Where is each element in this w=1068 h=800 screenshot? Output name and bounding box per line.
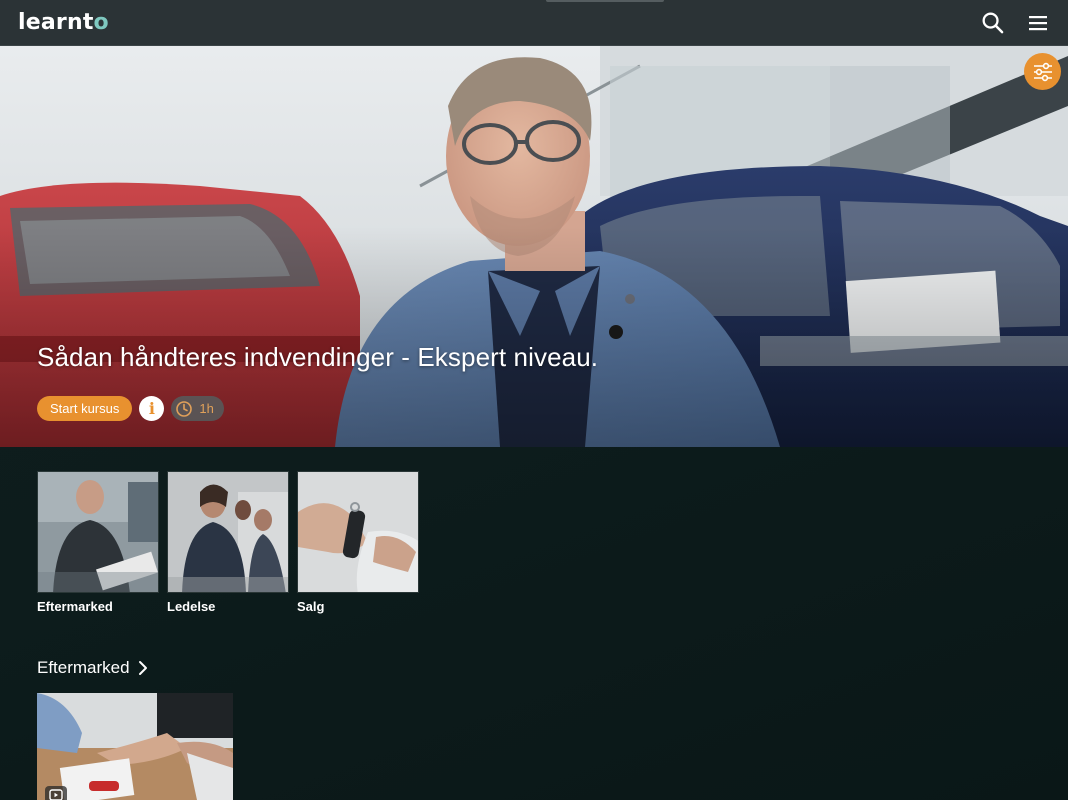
sliders-icon xyxy=(1033,62,1052,81)
hero-gradient-overlay xyxy=(0,46,1068,447)
logo-accent-text: o xyxy=(93,10,109,35)
clock-icon xyxy=(176,400,193,417)
section-heading-eftermarked[interactable]: Eftermarked xyxy=(37,658,148,678)
header-actions xyxy=(980,11,1050,35)
chevron-right-icon xyxy=(138,661,147,675)
learnto-logo[interactable]: learnt o xyxy=(18,10,109,35)
category-card-salg[interactable]: Salg xyxy=(297,471,419,614)
course-thumbnail xyxy=(37,693,233,800)
category-label: Eftermarked xyxy=(37,599,113,614)
hero-actions: Start kursus i 1h xyxy=(37,396,224,421)
search-icon[interactable] xyxy=(980,11,1004,35)
category-thumbnail xyxy=(297,471,419,593)
course-card[interactable] xyxy=(37,693,233,800)
category-list: Eftermarked Ledelse Salg xyxy=(37,471,419,614)
category-label: Ledelse xyxy=(167,599,216,614)
hero-banner: Sådan håndteres indvendinger - Ekspert n… xyxy=(0,46,1068,447)
top-bar: learnt o xyxy=(0,0,1068,46)
hamburger-menu-icon[interactable] xyxy=(1026,11,1050,35)
start-course-button[interactable]: Start kursus xyxy=(37,396,133,421)
logo-text: learnt xyxy=(18,10,94,35)
duration-badge: 1h xyxy=(171,396,224,421)
window-notch xyxy=(546,0,664,2)
category-card-eftermarked[interactable]: Eftermarked xyxy=(37,471,159,614)
category-label: Salg xyxy=(297,599,325,614)
category-card-ledelse[interactable]: Ledelse xyxy=(167,471,289,614)
info-icon: i xyxy=(148,399,155,418)
duration-text: 1h xyxy=(199,401,214,416)
category-thumbnail xyxy=(37,471,159,593)
filter-button[interactable] xyxy=(1024,53,1061,90)
hero-title: Sådan håndteres indvendinger - Ekspert n… xyxy=(37,342,599,372)
info-button[interactable]: i xyxy=(139,396,165,421)
section-title: Eftermarked xyxy=(37,658,130,677)
category-thumbnail xyxy=(167,471,289,593)
video-icon xyxy=(45,786,67,800)
